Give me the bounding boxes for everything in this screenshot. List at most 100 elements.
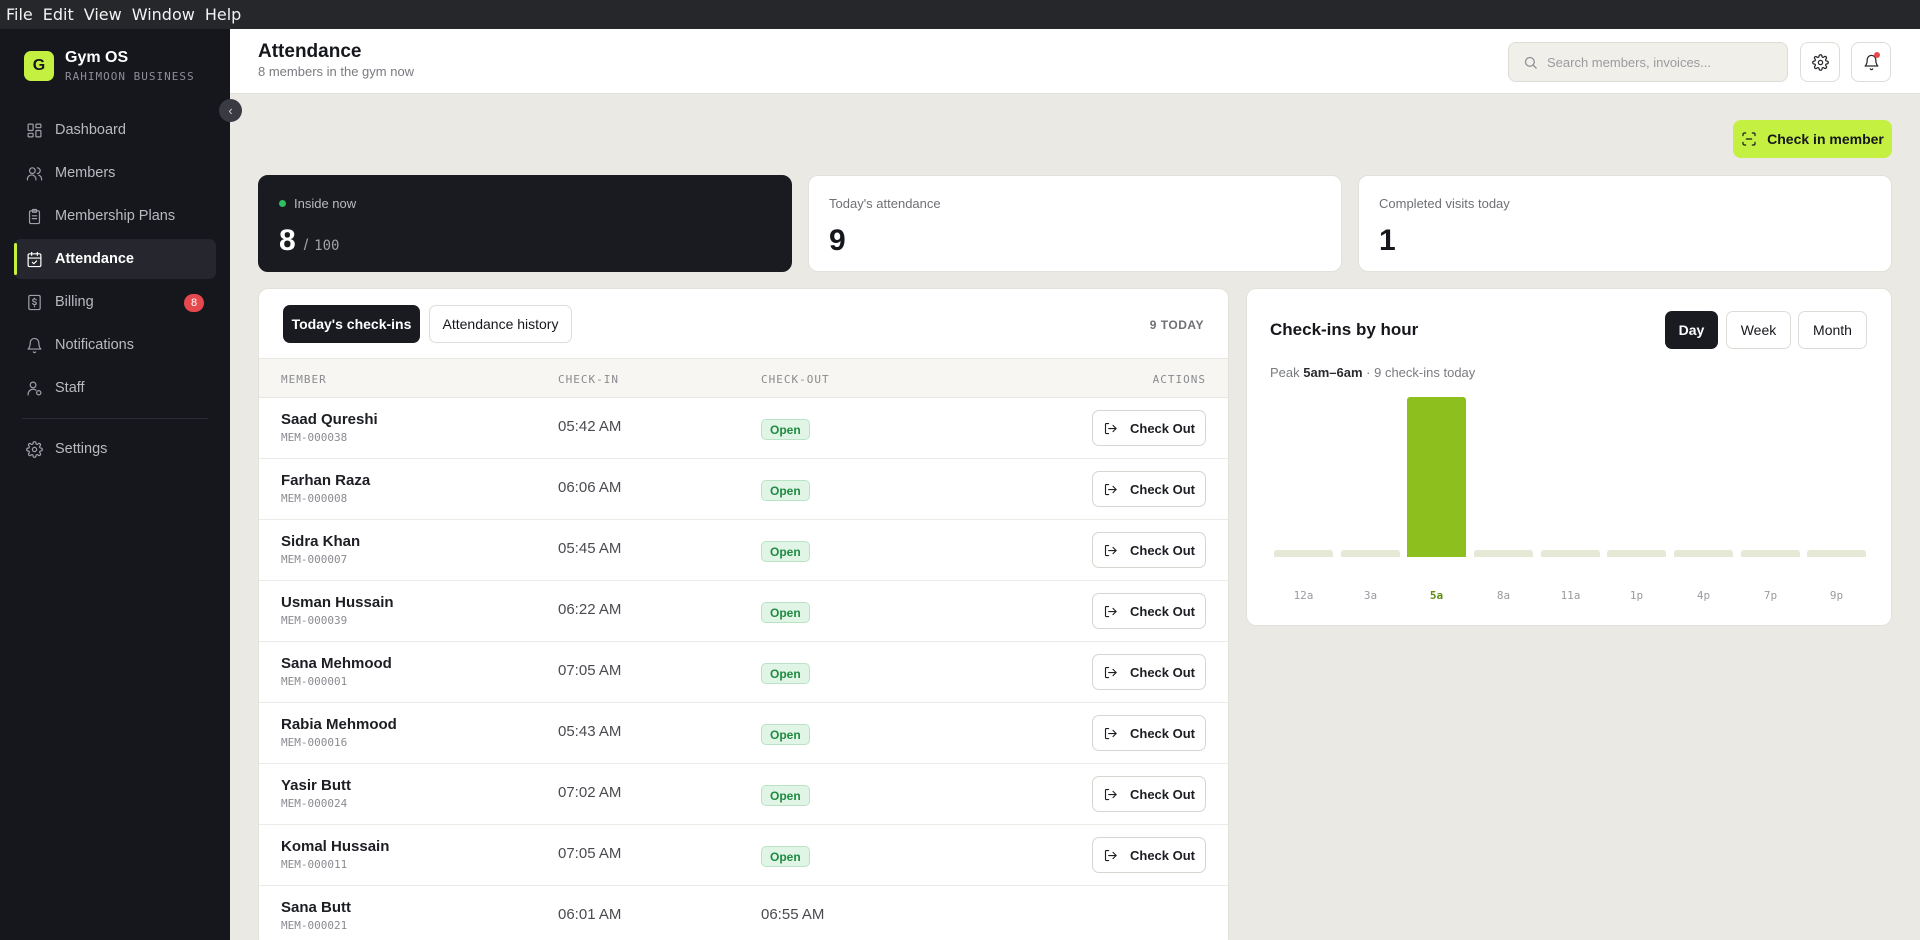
menubar: File Edit View Window Help xyxy=(0,0,1920,29)
status-badge-open: Open xyxy=(761,785,810,806)
stat-label: Today's attendance xyxy=(829,196,941,211)
sidebar-item-staff[interactable]: Staff xyxy=(14,368,216,408)
logout-icon xyxy=(1104,544,1117,556)
check-out-button[interactable]: Check Out xyxy=(1092,715,1206,751)
chart-bar-11a[interactable] xyxy=(1541,550,1600,557)
member-name[interactable]: Usman Hussain xyxy=(281,594,394,611)
status-badge-open: Open xyxy=(761,419,810,440)
billing-count-badge: 8 xyxy=(184,294,204,312)
member-name[interactable]: Sana Butt xyxy=(281,899,351,916)
check-in-time: 06:06 AM xyxy=(558,479,622,496)
checkins-panel: Today's check-ins Attendance history 9 T… xyxy=(258,288,1229,940)
check-out-button[interactable]: Check Out xyxy=(1092,471,1206,507)
chart-bar-7p[interactable] xyxy=(1741,550,1800,557)
check-out-button[interactable]: Check Out xyxy=(1092,776,1206,812)
scan-icon xyxy=(1742,132,1756,146)
status-badge-open: Open xyxy=(761,602,810,623)
member-name[interactable]: Rabia Mehmood xyxy=(281,716,397,733)
sidebar-collapse-button[interactable]: ‹ xyxy=(219,99,242,122)
chart-x-label: 11a xyxy=(1560,589,1581,602)
brand[interactable]: G Gym OS RAHIMOON BUSINESS xyxy=(24,49,195,83)
menu-view[interactable]: View xyxy=(84,5,122,24)
page-title: Attendance xyxy=(258,41,362,62)
range-day-button[interactable]: Day xyxy=(1665,311,1718,349)
chart-bar-8a[interactable] xyxy=(1474,550,1533,557)
search-box[interactable] xyxy=(1508,42,1788,82)
notifications-button[interactable] xyxy=(1851,42,1891,82)
sidebar-item-members[interactable]: Members xyxy=(14,153,216,193)
logout-icon xyxy=(1104,849,1117,861)
status-badge-open: Open xyxy=(761,480,810,501)
chart-x-label: 8a xyxy=(1496,589,1511,602)
chart-bar-12a[interactable] xyxy=(1274,550,1333,557)
stat-separator: / xyxy=(303,237,309,254)
grid-icon xyxy=(27,123,42,137)
chart-x-label: 7p xyxy=(1763,589,1778,602)
table-row: Sana Butt MEM-000021 06:01 AM 06:55 AM xyxy=(259,886,1228,940)
sidebar-nav: Dashboard Members Membership Plans Atten… xyxy=(14,110,216,472)
member-name[interactable]: Sidra Khan xyxy=(281,533,360,550)
check-out-label: Check Out xyxy=(1129,786,1195,802)
menu-edit[interactable]: Edit xyxy=(43,5,74,24)
chart-x-label: 3a xyxy=(1363,589,1378,602)
sidebar-item-settings[interactable]: Settings xyxy=(14,429,216,469)
brand-name: Gym OS xyxy=(65,49,129,66)
check-out-label: Check Out xyxy=(1129,603,1195,619)
table-row: Usman Hussain MEM-000039 06:22 AM Open Check… xyxy=(259,581,1228,642)
sidebar-item-billing[interactable]: Billing 8 xyxy=(14,282,216,322)
sidebar-item-attendance[interactable]: Attendance xyxy=(14,239,216,279)
tab-todays-checkins[interactable]: Today's check-ins xyxy=(283,305,420,343)
check-out-button[interactable]: Check Out xyxy=(1092,837,1206,873)
stat-label: Inside now xyxy=(294,196,357,211)
member-name[interactable]: Yasir Butt xyxy=(281,777,351,794)
member-id: MEM-000039 xyxy=(281,614,348,627)
sidebar-item-notifications[interactable]: Notifications xyxy=(14,325,216,365)
member-name[interactable]: Sana Mehmood xyxy=(281,655,392,672)
column-member: MEMBER xyxy=(281,373,327,386)
member-id: MEM-000011 xyxy=(281,858,348,871)
chart-x-label: 12a xyxy=(1293,589,1314,602)
check-out-button[interactable]: Check Out xyxy=(1092,532,1206,568)
check-out-time: 06:55 AM xyxy=(761,906,825,923)
chart-bar-1p[interactable] xyxy=(1607,550,1666,557)
chart-bar-4p[interactable] xyxy=(1674,550,1733,557)
status-badge-open: Open xyxy=(761,541,810,562)
sidebar-item-membership-plans[interactable]: Membership Plans xyxy=(14,196,216,236)
check-in-time: 05:43 AM xyxy=(558,723,622,740)
check-out-button[interactable]: Check Out xyxy=(1092,593,1206,629)
chart-bar-9p[interactable] xyxy=(1807,550,1866,557)
column-check-in: CHECK-IN xyxy=(558,373,619,386)
sidebar-item-label: Settings xyxy=(55,441,108,457)
search-input[interactable] xyxy=(1547,54,1777,70)
users-icon xyxy=(26,166,43,180)
table-row: Rabia Mehmood MEM-000016 05:43 AM Open Check… xyxy=(259,703,1228,764)
tab-attendance-history[interactable]: Attendance history xyxy=(429,305,572,343)
check-out-label: Check Out xyxy=(1129,420,1195,436)
member-name[interactable]: Saad Qureshi xyxy=(281,411,378,428)
settings-button[interactable] xyxy=(1800,42,1840,82)
calendar-check-icon xyxy=(27,251,42,267)
check-out-button[interactable]: Check Out xyxy=(1092,410,1206,446)
member-name[interactable]: Farhan Raza xyxy=(281,472,370,489)
hourly-bar-chart xyxy=(1270,397,1870,557)
member-id: MEM-000024 xyxy=(281,797,348,810)
chart-bar-5a[interactable] xyxy=(1407,397,1466,557)
range-month-button[interactable]: Month xyxy=(1798,311,1867,349)
sidebar-item-label: Dashboard xyxy=(55,122,126,138)
stat-label: Completed visits today xyxy=(1379,196,1510,211)
check-in-time: 06:22 AM xyxy=(558,601,622,618)
menu-help[interactable]: Help xyxy=(205,5,241,24)
check-out-button[interactable]: Check Out xyxy=(1092,654,1206,690)
sidebar: G Gym OS RAHIMOON BUSINESS Dashboard Mem… xyxy=(0,29,230,940)
staff-icon xyxy=(27,381,42,395)
menu-window[interactable]: Window xyxy=(132,5,195,24)
menu-file[interactable]: File xyxy=(6,5,33,24)
range-week-button[interactable]: Week xyxy=(1726,311,1791,349)
check-in-time: 05:42 AM xyxy=(558,418,622,435)
logout-icon xyxy=(1104,727,1117,739)
check-out-label: Check Out xyxy=(1129,481,1195,497)
check-in-member-button[interactable]: Check in member xyxy=(1733,120,1892,158)
sidebar-item-dashboard[interactable]: Dashboard xyxy=(14,110,216,150)
chart-bar-3a[interactable] xyxy=(1341,550,1400,557)
member-name[interactable]: Komal Hussain xyxy=(281,838,389,855)
